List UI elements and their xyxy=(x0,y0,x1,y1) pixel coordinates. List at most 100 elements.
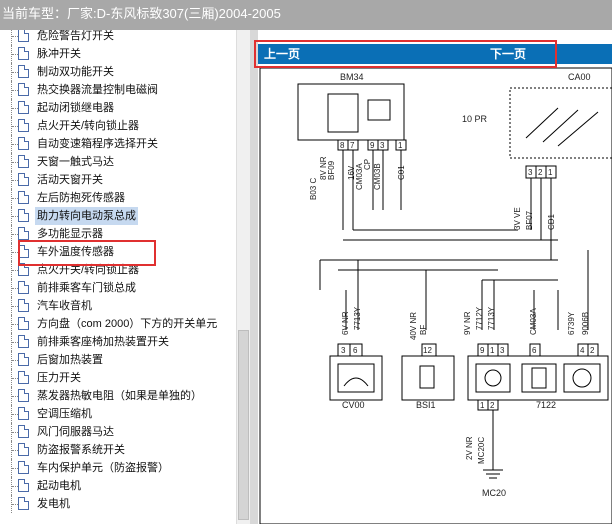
bsi1-component: 12 BSI1 xyxy=(401,343,455,410)
tree-scrollbar-thumb[interactable] xyxy=(238,330,249,520)
svg-text:BF07: BF07 xyxy=(525,210,534,230)
tree-item[interactable]: 天窗一触式马达 xyxy=(0,153,236,171)
tree-scrollbar[interactable] xyxy=(236,30,250,524)
tree-item[interactable]: 活动天窗开关 xyxy=(0,171,236,189)
tree-item[interactable]: 发电机 xyxy=(0,495,236,513)
page-nav-highlight-box xyxy=(254,40,557,68)
tree-item[interactable]: 汽车收音机 xyxy=(0,297,236,315)
tree-item-label: 自动变速箱程序选择开关 xyxy=(37,138,158,150)
ca00-module xyxy=(509,87,612,159)
svg-text:1: 1 xyxy=(490,346,495,355)
tree-item-label: 制动双功能开关 xyxy=(37,66,114,78)
svg-text:1: 1 xyxy=(480,401,485,410)
tree-item-label: 汽车收音机 xyxy=(37,300,92,312)
document-icon xyxy=(18,173,29,186)
tree-item[interactable]: 后窗加热装置 xyxy=(0,351,236,369)
svg-text:2: 2 xyxy=(590,346,595,355)
cv00-component: 3 6 CV00 xyxy=(329,343,383,410)
ten-pr-label: 10 PR xyxy=(462,114,488,124)
document-icon xyxy=(18,209,29,222)
document-icon xyxy=(18,479,29,492)
document-icon xyxy=(18,299,29,312)
svg-text:MC20: MC20 xyxy=(482,488,506,498)
tree-item[interactable]: 脉冲开关 xyxy=(0,45,236,63)
tree-item[interactable]: 自动变速箱程序选择开关 xyxy=(0,135,236,153)
tree-item-label: 天窗一触式马达 xyxy=(37,156,114,168)
tree-item-label: 防盗报警系统开关 xyxy=(37,444,125,456)
svg-text:9V NR: 9V NR xyxy=(463,311,472,335)
svg-text:6739Y: 6739Y xyxy=(567,311,576,335)
tree-item[interactable]: 危险警告灯开关 xyxy=(0,30,236,45)
document-icon xyxy=(18,227,29,240)
svg-text:CV00: CV00 xyxy=(342,400,365,410)
pane-splitter[interactable] xyxy=(250,30,258,524)
tree-item[interactable]: 空调压缩机 xyxy=(0,405,236,423)
tree-item-label: 蒸发器热敏电阻（如果是单独的） xyxy=(37,390,202,402)
svg-text:12: 12 xyxy=(423,346,432,355)
svg-text:9006B: 9006B xyxy=(581,312,590,335)
tree-item[interactable]: 前排乘客座椅加热装置开关 xyxy=(0,333,236,351)
tree-item-label: 方向盘（com 2000）下方的开关单元 xyxy=(37,318,218,330)
ca00-pins: 3 2 1 xyxy=(525,165,557,179)
tree-item[interactable]: 防盗报警系统开关 xyxy=(0,441,236,459)
svg-text:7713Y: 7713Y xyxy=(353,306,362,330)
document-icon xyxy=(18,83,29,96)
wiring-diagram-pane: 上一页 下一页 BM34 8 7 9 3 1 B03 C 8V NR BF09 … xyxy=(258,30,612,524)
tree-item-selected[interactable]: 助力转向电动泵总成 xyxy=(0,207,236,225)
tree-item[interactable]: 车内保护单元（防盗报警） xyxy=(0,459,236,477)
svg-text:4: 4 xyxy=(580,346,585,355)
tree-item-label: 风门伺服器马达 xyxy=(37,426,114,438)
component-tree-pane: 危险警告灯开关 脉冲开关制动双功能开关热交换器流量控制电磁阀 起动闭锁继电器 点火开关… xyxy=(0,30,250,524)
svg-text:2V NR: 2V NR xyxy=(465,436,474,460)
document-icon xyxy=(18,443,29,456)
svg-text:3: 3 xyxy=(528,168,533,177)
tree-item[interactable]: 前排乘客车门锁总成 xyxy=(0,279,236,297)
tree-item-label: 前排乘客车门锁总成 xyxy=(37,282,136,294)
document-icon xyxy=(18,497,29,510)
svg-text:6: 6 xyxy=(532,346,537,355)
svg-text:MC20C: MC20C xyxy=(477,437,486,464)
svg-text:BF09: BF09 xyxy=(327,160,336,180)
svg-text:CP: CP xyxy=(363,159,372,170)
svg-text:1: 1 xyxy=(548,168,553,177)
document-icon xyxy=(18,407,29,420)
bm34-label: BM34 xyxy=(340,72,364,82)
svg-text:CM03A: CM03A xyxy=(529,308,538,335)
document-icon xyxy=(18,30,29,42)
tree-item[interactable]: 起动电机 xyxy=(0,477,236,495)
svg-text:B03 C: B03 C xyxy=(309,178,318,200)
document-icon xyxy=(18,371,29,384)
tree-item-label: 起动电机 xyxy=(37,480,81,492)
tree-item[interactable]: 方向盘（com 2000）下方的开关单元 xyxy=(0,315,236,333)
document-icon xyxy=(18,281,29,294)
svg-text:6V NR: 6V NR xyxy=(341,311,350,335)
svg-text:2: 2 xyxy=(538,168,543,177)
tree-item-label: 助力转向电动泵总成 xyxy=(35,207,138,225)
tree-item[interactable]: 左后防抱死传感器 xyxy=(0,189,236,207)
svg-text:7122: 7122 xyxy=(536,400,556,410)
tree-item[interactable]: 风门伺服器马达 xyxy=(0,423,236,441)
mc20-ground: 2V NR MC20C MC20 xyxy=(465,410,506,498)
tree-item[interactable]: 制动双功能开关 xyxy=(0,63,236,81)
tree-item[interactable]: 点火开关/转向锁止器 xyxy=(0,117,236,135)
svg-text:BSI1: BSI1 xyxy=(416,400,436,410)
document-icon xyxy=(18,425,29,438)
bm34-wire-labels: B03 C 8V NR BF09 16V CM03A CP CM03B C01 xyxy=(309,156,406,200)
tree-item[interactable]: 蒸发器热敏电阻（如果是单独的） xyxy=(0,387,236,405)
svg-text:9: 9 xyxy=(370,141,375,150)
tree-item[interactable]: 起动闭锁继电器 xyxy=(0,99,236,117)
tree-item[interactable]: 热交换器流量控制电磁阀 xyxy=(0,81,236,99)
document-icon xyxy=(18,353,29,366)
window-title: 当前车型：厂家:D-东风标致307(三厢)2004-2005 xyxy=(0,0,612,30)
tree-item-label: 左后防抱死传感器 xyxy=(37,192,125,204)
document-icon xyxy=(18,137,29,150)
tree-item-label: 后窗加热装置 xyxy=(37,354,103,366)
document-icon xyxy=(18,65,29,78)
wiring-diagram: BM34 8 7 9 3 1 B03 C 8V NR BF09 16V CM03… xyxy=(259,67,612,524)
bm34-pins: 8 7 9 3 1 xyxy=(337,139,407,151)
tree-item-label: 活动天窗开关 xyxy=(37,174,103,186)
document-icon xyxy=(18,155,29,168)
diagram-frame xyxy=(259,67,612,524)
svg-text:40V NR: 40V NR xyxy=(409,312,418,340)
tree-item[interactable]: 压力开关 xyxy=(0,369,236,387)
